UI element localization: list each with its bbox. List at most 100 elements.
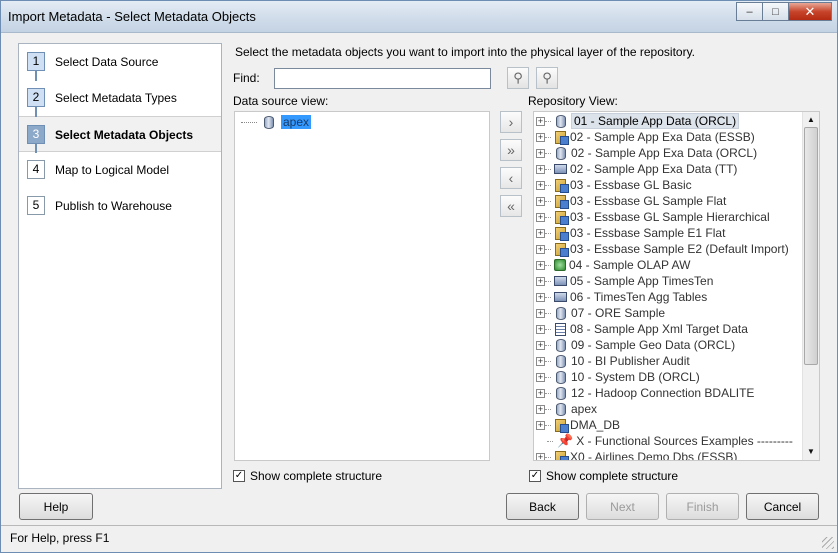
expand-icon[interactable]: + bbox=[536, 276, 545, 286]
scroll-up-icon[interactable]: ▲ bbox=[805, 114, 817, 126]
next-button[interactable]: Next bbox=[586, 493, 659, 520]
timesten-icon bbox=[554, 276, 567, 286]
import-metadata-dialog: Import Metadata - Select Metadata Object… bbox=[0, 0, 838, 553]
tree-item-apex[interactable]: apex bbox=[241, 115, 312, 129]
find-previous-icon[interactable]: ⚲ bbox=[536, 67, 558, 89]
tree-item-label: 02 - Sample App Exa Data (ESSB) bbox=[570, 130, 755, 144]
repository-tree-item[interactable]: +02 - Sample App Exa Data (ESSB) bbox=[534, 129, 804, 145]
expand-icon[interactable]: + bbox=[536, 132, 545, 142]
timesten-icon bbox=[554, 292, 567, 302]
database-icon bbox=[264, 115, 274, 129]
move-all-left-icon[interactable]: « bbox=[500, 195, 522, 217]
wizard-step-2[interactable]: 2 Select Metadata Types bbox=[19, 80, 221, 116]
wizard-step-5[interactable]: 5 Publish to Warehouse bbox=[19, 188, 221, 224]
find-next-icon[interactable]: ⚲ bbox=[507, 67, 529, 89]
data-source-tree[interactable]: apex bbox=[234, 111, 490, 461]
database-icon bbox=[556, 354, 566, 368]
expand-icon[interactable]: + bbox=[536, 260, 545, 270]
repository-tree-item[interactable]: +07 - ORE Sample bbox=[534, 305, 804, 321]
repository-tree-item[interactable]: +09 - Sample Geo Data (ORCL) bbox=[534, 337, 804, 353]
move-buttons: › » ‹ « bbox=[500, 111, 522, 223]
wizard-step-4[interactable]: 4 Map to Logical Model bbox=[19, 152, 221, 188]
pushpin-icon: 📌 bbox=[557, 433, 574, 448]
help-button[interactable]: Help bbox=[19, 493, 93, 520]
vertical-scrollbar[interactable]: ▲ ▼ bbox=[802, 112, 819, 460]
repository-tree-item[interactable]: +02 - Sample App Exa Data (TT) bbox=[534, 161, 804, 177]
move-selected-left-icon[interactable]: ‹ bbox=[500, 167, 522, 189]
move-selected-right-icon[interactable]: › bbox=[500, 111, 522, 133]
instruction-text: Select the metadata objects you want to … bbox=[235, 45, 696, 59]
repository-tree-item[interactable]: + DMA_DB bbox=[534, 417, 804, 433]
repository-tree-item[interactable]: +03 - Essbase Sample E1 Flat bbox=[534, 225, 804, 241]
timesten-icon bbox=[554, 164, 567, 174]
resize-grip-icon[interactable] bbox=[822, 537, 834, 549]
maximize-button[interactable]: □ bbox=[762, 2, 789, 21]
expand-icon[interactable]: + bbox=[536, 180, 545, 190]
show-structure-checkbox-right[interactable]: ✓ Show complete structure bbox=[529, 469, 678, 483]
repository-tree[interactable]: +01 - Sample App Data (ORCL) +02 - Sample… bbox=[533, 111, 820, 461]
tree-item-label: 02 - Sample App Exa Data (TT) bbox=[570, 162, 738, 176]
repository-tree-item[interactable]: + X0 - Airlines Demo Dbs (ESSB) bbox=[534, 449, 804, 461]
scroll-thumb[interactable] bbox=[804, 127, 818, 365]
repository-tree-item[interactable]: +05 - Sample App TimesTen bbox=[534, 273, 804, 289]
essbase-cube-icon bbox=[555, 130, 569, 145]
database-icon bbox=[556, 386, 566, 400]
wizard-steps-panel: 1 Select Data Source 2 Select Metadata Type… bbox=[18, 43, 222, 489]
expand-icon[interactable]: + bbox=[536, 356, 545, 366]
repository-tree-item[interactable]: +10 - System DB (ORCL) bbox=[534, 369, 804, 385]
repository-tree-item[interactable]: 📌 X - Functional Sources Examples -------… bbox=[534, 433, 804, 449]
checkbox-checked-icon[interactable]: ✓ bbox=[529, 470, 541, 482]
checkbox-checked-icon[interactable]: ✓ bbox=[233, 470, 245, 482]
repository-tree-item[interactable]: +03 - Essbase GL Basic bbox=[534, 177, 804, 193]
close-button[interactable]: ✕ bbox=[788, 2, 832, 21]
wizard-step-3[interactable]: 3 Select Metadata Objects bbox=[19, 116, 221, 152]
expand-icon[interactable]: + bbox=[536, 404, 545, 414]
expand-icon[interactable]: + bbox=[536, 308, 545, 318]
tree-item-label: 03 - Essbase GL Basic bbox=[570, 178, 692, 192]
repository-tree-item[interactable]: +01 - Sample App Data (ORCL) bbox=[534, 113, 804, 129]
move-all-right-icon[interactable]: » bbox=[500, 139, 522, 161]
expand-icon[interactable]: + bbox=[536, 148, 545, 158]
find-input[interactable] bbox=[274, 68, 491, 89]
expand-icon[interactable]: + bbox=[536, 196, 545, 206]
tree-item-label: 12 - Hadoop Connection BDALITE bbox=[571, 386, 755, 400]
step-label: Map to Logical Model bbox=[55, 163, 170, 177]
step-number: 5 bbox=[27, 196, 45, 215]
expand-icon[interactable]: + bbox=[536, 420, 545, 430]
expand-icon[interactable]: + bbox=[536, 292, 545, 302]
repository-tree-item[interactable]: +12 - Hadoop Connection BDALITE bbox=[534, 385, 804, 401]
olap-icon bbox=[554, 259, 566, 271]
expand-icon[interactable]: + bbox=[536, 372, 545, 382]
wizard-step-1[interactable]: 1 Select Data Source bbox=[19, 44, 221, 80]
repository-tree-item[interactable]: +03 - Essbase GL Sample Flat bbox=[534, 193, 804, 209]
repository-tree-item[interactable]: +10 - BI Publisher Audit bbox=[534, 353, 804, 369]
repository-tree-item[interactable]: +06 - TimesTen Agg Tables bbox=[534, 289, 804, 305]
repository-tree-item[interactable]: +08 - Sample App Xml Target Data bbox=[534, 321, 804, 337]
expand-icon[interactable]: + bbox=[536, 388, 545, 398]
data-source-view-label: Data source view: bbox=[233, 94, 329, 108]
scroll-down-icon[interactable]: ▼ bbox=[805, 446, 817, 458]
repository-tree-item[interactable]: +04 - Sample OLAP AW bbox=[534, 257, 804, 273]
repository-tree-item[interactable]: +03 - Essbase Sample E2 (Default Import) bbox=[534, 241, 804, 257]
cancel-button[interactable]: Cancel bbox=[746, 493, 819, 520]
tree-item-label: 10 - System DB (ORCL) bbox=[571, 370, 700, 384]
expand-icon[interactable]: + bbox=[536, 116, 545, 126]
tree-item-label: X0 - Airlines Demo Dbs (ESSB) bbox=[570, 450, 738, 461]
repository-tree-item[interactable]: + apex bbox=[534, 401, 804, 417]
repository-tree-item[interactable]: +03 - Essbase GL Sample Hierarchical bbox=[534, 209, 804, 225]
expand-icon[interactable]: + bbox=[536, 212, 545, 222]
expand-icon[interactable]: + bbox=[536, 228, 545, 238]
repository-tree-item[interactable]: +02 - Sample App Exa Data (ORCL) bbox=[534, 145, 804, 161]
database-icon bbox=[556, 306, 566, 320]
expand-icon[interactable]: + bbox=[536, 452, 545, 460]
expand-icon[interactable]: + bbox=[536, 340, 545, 350]
step-number: 4 bbox=[27, 160, 45, 179]
minimize-button[interactable]: – bbox=[736, 2, 763, 21]
expand-icon[interactable]: + bbox=[536, 164, 545, 174]
expand-icon[interactable]: + bbox=[536, 324, 545, 334]
checkbox-label: Show complete structure bbox=[250, 469, 383, 483]
finish-button[interactable]: Finish bbox=[666, 493, 739, 520]
show-structure-checkbox-left[interactable]: ✓ Show complete structure bbox=[233, 469, 382, 483]
back-button[interactable]: Back bbox=[506, 493, 579, 520]
expand-icon[interactable]: + bbox=[536, 244, 545, 254]
